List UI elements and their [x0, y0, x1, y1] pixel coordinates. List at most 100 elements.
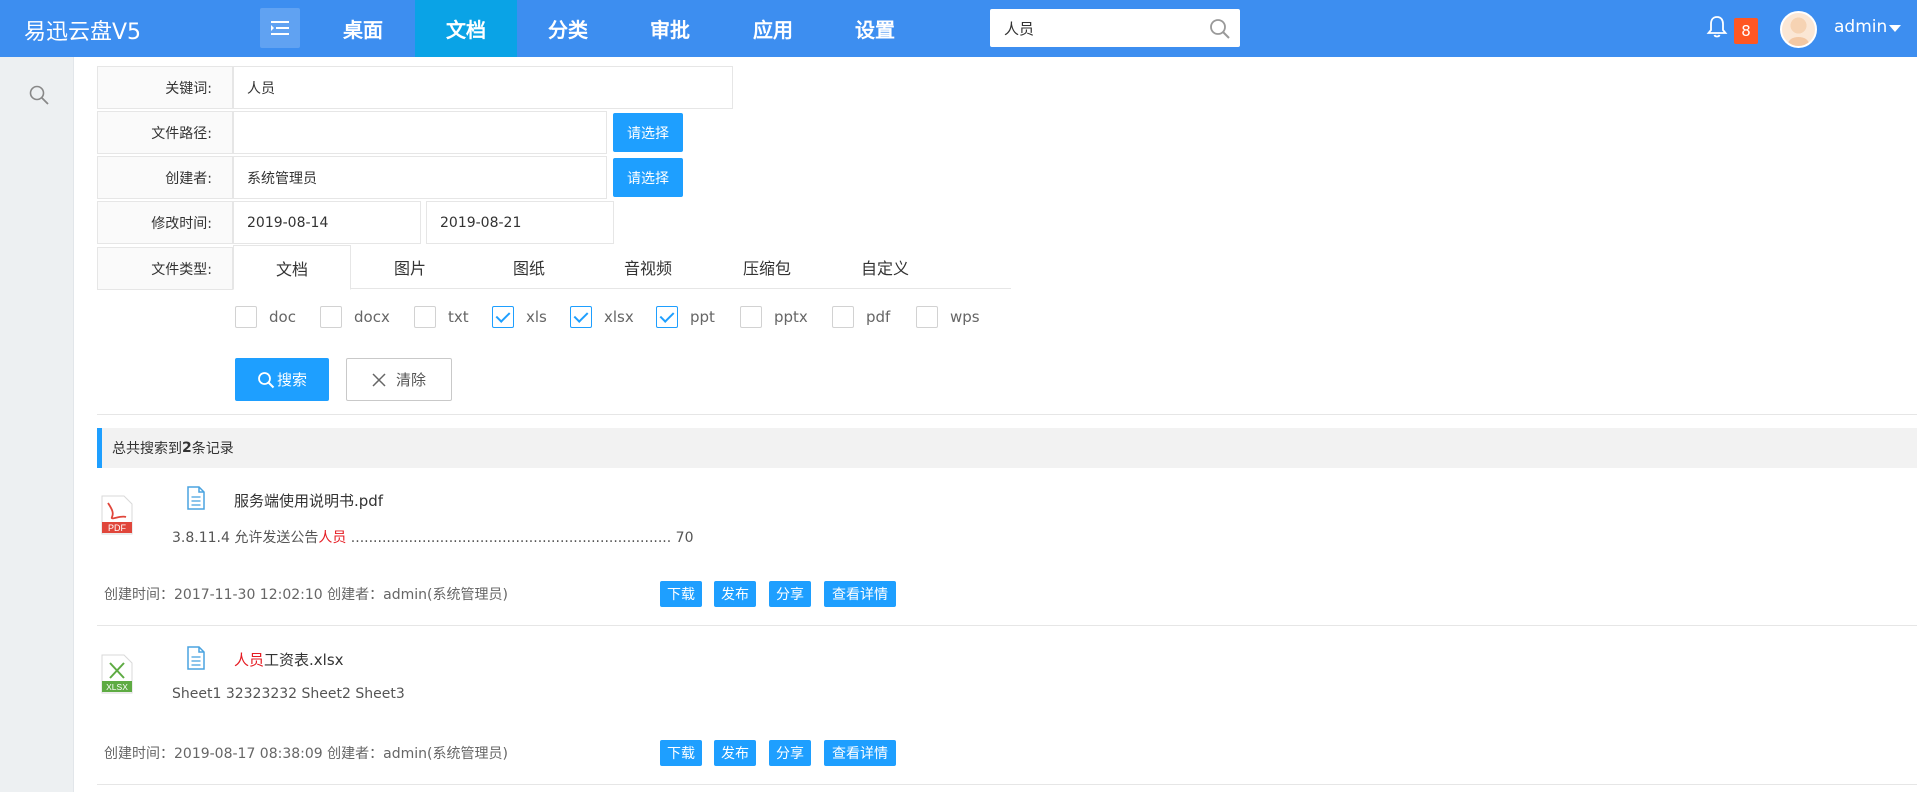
mtime-label: 修改时间:: [97, 201, 233, 244]
checkbox-box[interactable]: [916, 306, 938, 328]
checkbox-label: txt: [448, 308, 469, 326]
document-icon: [187, 486, 205, 510]
checkbox-box[interactable]: [414, 306, 436, 328]
document-icon: [187, 646, 205, 670]
search-icon[interactable]: [1208, 17, 1232, 41]
checkbox-wps[interactable]: wps: [916, 305, 980, 329]
result-snippet: 3.8.11.4 允许发送公告人员 ......................…: [172, 527, 693, 547]
nav-settings[interactable]: 设置: [824, 0, 926, 57]
search-icon[interactable]: [28, 84, 50, 106]
clear-button-label: 清除: [395, 371, 426, 389]
download-button[interactable]: 下载: [660, 740, 702, 766]
checkbox-label: pdf: [866, 308, 891, 326]
share-button[interactable]: 分享: [769, 581, 811, 607]
result-title[interactable]: 服务端使用说明书.pdf: [234, 490, 383, 511]
clear-button[interactable]: 清除: [346, 358, 452, 401]
divider: [97, 414, 1917, 415]
keyword-field[interactable]: 人员: [233, 66, 733, 109]
keyword-label: 关键词:: [97, 66, 233, 109]
tab-media[interactable]: 音视频: [589, 245, 707, 289]
publish-button[interactable]: 发布: [714, 581, 756, 607]
xlsx-file-icon[interactable]: XLSX: [100, 654, 134, 694]
nav-category[interactable]: 分类: [517, 0, 619, 57]
tab-custom[interactable]: 自定义: [826, 245, 944, 289]
top-navbar: 易迅云盘V5 桌面 文档 分类 审批 应用 设置 8 admin: [0, 0, 1917, 57]
file-type-label: PDF: [108, 523, 127, 533]
checkbox-box[interactable]: [570, 306, 592, 328]
result-title[interactable]: 人员工资表.xlsx: [234, 649, 344, 670]
checkbox-docx[interactable]: docx: [320, 305, 390, 329]
checkbox-label: xls: [526, 308, 547, 326]
checkbox-xls[interactable]: xls: [492, 305, 547, 329]
snippet-highlight: 人员: [318, 530, 347, 546]
menu-toggle-icon: [271, 21, 289, 35]
checkbox-ppt[interactable]: ppt: [656, 305, 715, 329]
checkbox-xlsx[interactable]: xlsx: [570, 305, 634, 329]
title-text: 工资表.xlsx: [264, 651, 344, 669]
tab-image[interactable]: 图片: [351, 245, 469, 289]
checkbox-box[interactable]: [656, 306, 678, 328]
checkbox-label: pptx: [774, 308, 808, 326]
checkbox-txt[interactable]: txt: [414, 305, 469, 329]
nav-apps[interactable]: 应用: [722, 0, 824, 57]
nav-approval[interactable]: 审批: [619, 0, 721, 57]
summary-suffix: 条记录: [191, 441, 234, 457]
checkbox-label: docx: [354, 308, 390, 326]
notification-badge[interactable]: 8: [1734, 18, 1758, 44]
view-details-button[interactable]: 查看详情: [824, 740, 896, 766]
snippet-text: ........................................…: [346, 530, 694, 546]
checkbox-label: xlsx: [604, 308, 634, 326]
tab-archive[interactable]: 压缩包: [708, 245, 826, 289]
pdf-file-icon[interactable]: PDF: [100, 495, 134, 535]
result-meta: 创建时间：2017-11-30 12:02:10 创建者：admin(系统管理员…: [104, 587, 508, 603]
top-search-input[interactable]: [990, 9, 1200, 47]
tab-drawing[interactable]: 图纸: [470, 245, 588, 289]
checkbox-doc[interactable]: doc: [235, 305, 296, 329]
path-field[interactable]: [233, 111, 607, 154]
file-type-label: XLSX: [106, 682, 128, 692]
nav-desktop[interactable]: 桌面: [312, 0, 414, 57]
menu-toggle-button[interactable]: [260, 8, 300, 48]
chevron-down-icon[interactable]: [1889, 25, 1901, 32]
snippet-text: 3.8.11.4 允许发送公告: [172, 530, 319, 546]
result-count: 2: [182, 440, 192, 456]
divider: [97, 625, 1917, 626]
checkbox-box[interactable]: [320, 306, 342, 328]
type-label: 文件类型:: [97, 247, 233, 290]
checkbox-pptx[interactable]: pptx: [740, 305, 808, 329]
path-label: 文件路径:: [97, 111, 233, 154]
tab-document[interactable]: 文档: [233, 245, 351, 290]
path-select-button[interactable]: 请选择: [613, 113, 683, 152]
bell-icon[interactable]: [1706, 14, 1728, 40]
checkbox-box[interactable]: [235, 306, 257, 328]
title-highlight: 人员: [234, 651, 265, 669]
share-button[interactable]: 分享: [769, 740, 811, 766]
creator-label: 创建者:: [97, 156, 233, 199]
download-button[interactable]: 下载: [660, 581, 702, 607]
search-button[interactable]: 搜索: [235, 358, 329, 401]
summary-prefix: 总共搜索到: [112, 441, 182, 457]
result-meta: 创建时间：2019-08-17 08:38:09 创建者：admin(系统管理员…: [104, 746, 508, 762]
result-snippet: Sheet1 32323232 Sheet2 Sheet3: [172, 686, 405, 702]
search-button-label: 搜索: [276, 371, 307, 389]
nav-documents[interactable]: 文档: [415, 0, 517, 57]
checkbox-box[interactable]: [740, 306, 762, 328]
checkbox-label: wps: [950, 308, 980, 326]
checkbox-box[interactable]: [832, 306, 854, 328]
creator-field[interactable]: 系统管理员: [233, 156, 607, 199]
avatar[interactable]: [1780, 11, 1817, 48]
mtime-to-field[interactable]: 2019-08-21: [426, 201, 614, 244]
checkbox-box[interactable]: [492, 306, 514, 328]
publish-button[interactable]: 发布: [714, 740, 756, 766]
divider: [97, 784, 1917, 785]
view-details-button[interactable]: 查看详情: [824, 581, 896, 607]
user-name[interactable]: admin: [1834, 17, 1887, 37]
app-logo[interactable]: 易迅云盘V5: [24, 14, 141, 46]
top-search-box: [990, 9, 1240, 47]
checkbox-pdf[interactable]: pdf: [832, 305, 890, 329]
creator-select-button[interactable]: 请选择: [613, 158, 683, 197]
mtime-from-field[interactable]: 2019-08-14: [233, 201, 421, 244]
snippet-text: Sheet1 32323232 Sheet2 Sheet3: [172, 686, 405, 702]
checkbox-label: doc: [269, 308, 296, 326]
result-item: XLSX 人员工资表.xlsx Sheet1 32323232 Sheet2 S…: [97, 640, 1917, 785]
